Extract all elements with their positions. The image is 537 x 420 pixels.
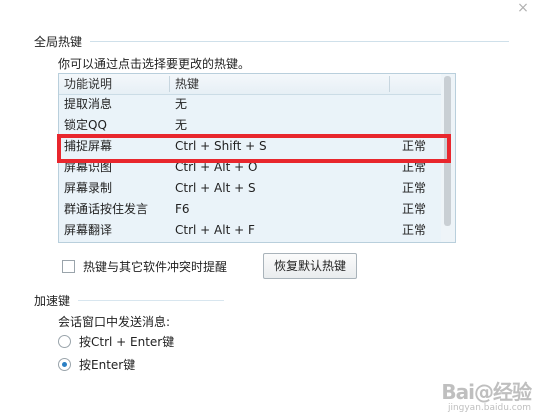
row-status: 正常 bbox=[402, 139, 427, 153]
conflict-reminder-checkbox[interactable] bbox=[62, 260, 75, 273]
column-separator bbox=[169, 76, 170, 92]
restore-default-hotkeys-button[interactable]: 恢复默认热键 bbox=[263, 253, 357, 279]
row-status: 正常 bbox=[402, 181, 427, 195]
row-function: 屏幕翻译 bbox=[64, 223, 113, 237]
global-hotkeys-header: 全局热键 bbox=[34, 33, 509, 50]
hotkey-hint: 你可以通过点击选择要更改的热键。 bbox=[58, 57, 251, 71]
global-hotkeys-title: 全局热键 bbox=[34, 35, 83, 49]
conflict-reminder-label: 热键与其它软件冲突时提醒 bbox=[83, 260, 228, 274]
scrollbar-thumb[interactable] bbox=[444, 76, 451, 226]
row-function: 捕捉屏幕 bbox=[64, 139, 113, 153]
conflict-reminder-checkbox-row[interactable]: 热键与其它软件冲突时提醒 bbox=[62, 258, 227, 275]
row-function: 屏幕录制 bbox=[64, 181, 113, 195]
radio-enter[interactable] bbox=[58, 358, 71, 371]
section-divider bbox=[90, 41, 509, 42]
row-hotkey: F6 bbox=[175, 202, 190, 216]
row-hotkey: Ctrl + Shift + S bbox=[175, 139, 267, 153]
watermark-sub: jingyan.baidu.com bbox=[447, 403, 531, 413]
radio-ctrl-enter[interactable] bbox=[58, 335, 71, 348]
table-row[interactable]: 屏幕识图 Ctrl + Alt + O 正常 bbox=[59, 157, 441, 178]
watermark-main: Bai@经验 bbox=[441, 380, 532, 404]
table-row[interactable]: 捕捉屏幕 Ctrl + Shift + S 正常 bbox=[59, 136, 441, 157]
radio-enter-row[interactable]: 按Enter键 bbox=[58, 356, 135, 373]
send-message-label: 会话窗口中发送消息: bbox=[58, 315, 171, 329]
row-hotkey: 无 bbox=[175, 97, 188, 111]
table-row[interactable]: 屏幕翻译 Ctrl + Alt + F 正常 bbox=[59, 220, 441, 241]
radio-ctrl-enter-row[interactable]: 按Ctrl + Enter键 bbox=[58, 333, 174, 350]
table-header: 功能说明 热键 bbox=[59, 74, 441, 95]
row-hotkey: Ctrl + Alt + S bbox=[175, 181, 256, 195]
close-icon[interactable]: × bbox=[515, 0, 531, 16]
row-hotkey: Ctrl + Alt + O bbox=[175, 160, 258, 174]
accelerator-title: 加速键 bbox=[34, 294, 71, 308]
radio-ctrl-enter-label: 按Ctrl + Enter键 bbox=[79, 335, 175, 349]
baidu-jingyan-watermark: Bai@经验 jingyan.baidu.com bbox=[421, 376, 532, 416]
table-row[interactable]: 锁定QQ 无 bbox=[59, 115, 441, 136]
table-scrollbar[interactable] bbox=[441, 74, 455, 242]
table-row[interactable]: 提取消息 无 bbox=[59, 94, 441, 115]
row-status: 正常 bbox=[402, 223, 427, 237]
section-divider bbox=[78, 300, 224, 301]
accelerator-header: 加速键 bbox=[34, 292, 224, 309]
row-status: 正常 bbox=[402, 202, 427, 216]
row-function: 锁定QQ bbox=[64, 118, 107, 132]
row-hotkey: 无 bbox=[175, 118, 188, 132]
row-function: 提取消息 bbox=[64, 97, 113, 111]
row-function: 屏幕识图 bbox=[64, 160, 113, 174]
row-function: 群通话按住发言 bbox=[64, 202, 149, 216]
column-header-hotkey[interactable]: 热键 bbox=[175, 74, 199, 94]
column-header-function[interactable]: 功能说明 bbox=[64, 74, 112, 94]
table-row[interactable]: 群通话按住发言 F6 正常 bbox=[59, 199, 441, 220]
row-hotkey: Ctrl + Alt + F bbox=[175, 223, 255, 237]
table-row[interactable]: 屏幕录制 Ctrl + Alt + S 正常 bbox=[59, 178, 441, 199]
row-status: 正常 bbox=[402, 160, 427, 174]
radio-enter-label: 按Enter键 bbox=[79, 358, 136, 372]
hotkey-table: 功能说明 热键 提取消息 无 锁定QQ 无 捕捉屏幕 Ctrl + Shift … bbox=[58, 73, 456, 243]
column-separator bbox=[389, 76, 390, 92]
